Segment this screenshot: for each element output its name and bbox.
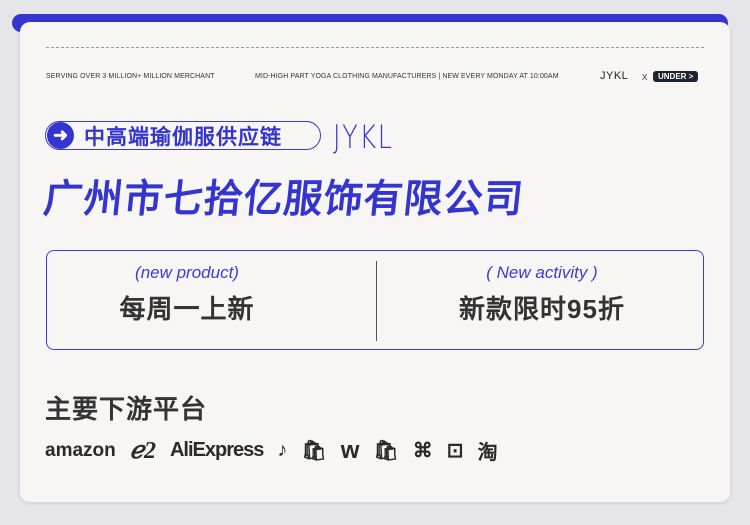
shopify-icon: 🛍 [373, 440, 399, 462]
platform-logos: amazon ℯ2 AliExpress ♪ 🛍 w 🛍 ⌘ ⊡ 淘 [45, 436, 498, 465]
feature-new-activity: ( New activity ) 新款限时95折 [417, 263, 667, 326]
jykl-logo: JYKL [333, 118, 394, 156]
tmall-icon: ⊡ [446, 440, 464, 462]
wish-icon: w [340, 436, 360, 464]
header-middle-text: MID-HIGH PART YOGA CLOTHING MANUFACTURER… [255, 73, 559, 80]
company-title: 广州市七拾亿服饰有限公司 [41, 178, 526, 221]
kuaishou-icon: ⌘ [412, 440, 433, 462]
dashed-divider [46, 47, 704, 48]
amazon-logo: amazon [45, 439, 116, 461]
alibaba-logo: ℯ2 [129, 438, 156, 464]
header-left-text: SERVING OVER 3 MILLION+ MILLION MERCHANT [46, 73, 215, 80]
card: SERVING OVER 3 MILLION+ MILLION MERCHANT… [20, 22, 730, 502]
platforms-heading: 主要下游平台 [45, 394, 208, 424]
shopee-icon: 🛍 [301, 440, 327, 462]
tiktok-icon: ♪ [277, 439, 288, 461]
feature-main: 新款限时95折 [459, 294, 625, 324]
under-badge[interactable]: UNDER > [653, 71, 699, 82]
pill-text: 中高端瑜伽服供应链 [84, 125, 282, 149]
supply-chain-pill: ➜ 中高端瑜伽服供应链 [45, 121, 321, 150]
feature-sub: (new product) [135, 263, 239, 282]
feature-sub: ( New activity ) [486, 263, 598, 282]
arrow-right-icon: ➜ [47, 122, 74, 149]
feature-main: 每周一上新 [119, 294, 255, 324]
header-x: X [642, 73, 648, 82]
features-box: (new product) 每周一上新 ( New activity ) 新款限… [46, 250, 704, 350]
aliexpress-logo: AliExpress [169, 439, 264, 461]
header-brand: JYKL [600, 70, 629, 82]
feature-new-product: (new product) 每周一上新 [47, 263, 327, 326]
taobao-icon: 淘 [477, 442, 498, 464]
divider [376, 261, 377, 341]
